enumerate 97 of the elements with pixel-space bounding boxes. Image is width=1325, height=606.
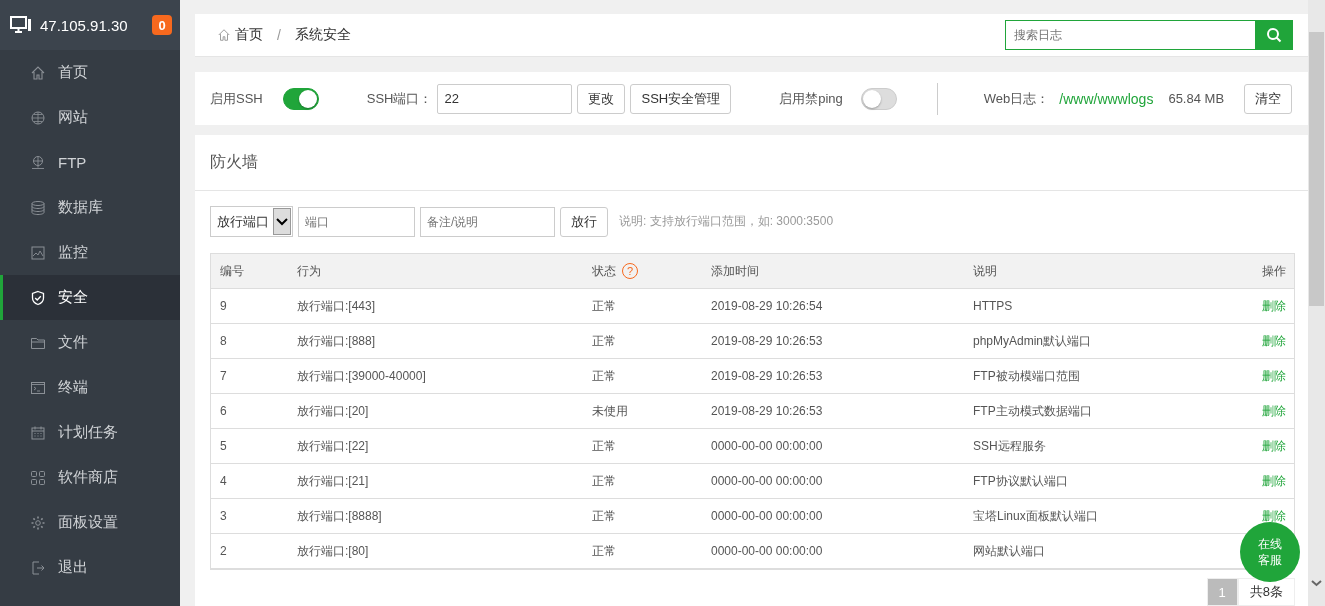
change-button[interactable]: 更改 [577,83,626,114]
caret-icon [276,217,288,226]
table-cell: 正常 [592,542,616,560]
table-cell: 2019-08-29 10:26:53 [711,334,823,348]
sidebar-item[interactable]: 计划任务 [0,410,180,455]
table-cell: 正常 [592,437,616,455]
table-cell: 放行端口:[888] [297,332,376,350]
table-cell: 放行端口:[443] [297,297,376,315]
scrollbar[interactable] [1308,0,1325,606]
database-icon [30,199,46,216]
table-cell: 放行端口:[22] [297,437,369,455]
table-cell: SSH远程服务 [973,437,1046,455]
note-input-field[interactable]: 备注/说明 [420,206,555,237]
table-cell: 0000-00-00 00:00:00 [711,439,823,453]
home-icon [30,64,46,81]
table-cell: phpMyAdmin默认端口 [973,332,1092,350]
table-cell: 7 [220,369,227,383]
shield-check-icon [30,289,46,306]
sidebar-item[interactable]: 文件 [0,320,180,365]
grid-icon [30,469,46,486]
table-cell: 放行端口:[20] [297,402,369,420]
table-cell: 放行端口:[21] [297,472,369,490]
table-cell: 正常 [592,297,616,315]
table-cell: 放行端口:[80] [297,542,369,560]
sidebar-item[interactable]: FTP [0,140,180,185]
table-cell: 6 [220,404,227,418]
section-title: 防火墙 [210,152,258,172]
chart-icon [30,244,46,261]
table-cell: HTTPS [973,299,1013,313]
table-cell: 2019-08-29 10:26:53 [711,404,823,418]
terminal-icon [30,379,46,396]
table-cell: 未使用 [592,402,628,420]
setting-label: 启用禁ping [779,89,843,108]
table-cell: 2 [220,544,227,558]
setting-label: 启用SSH [210,89,263,108]
table-cell: 0000-00-00 00:00:00 [711,509,823,523]
table-cell: 正常 [592,332,616,350]
breadcrumb-item[interactable]: 首页 [235,26,263,45]
table-cell: 宝塔Linux面板默认端口 [973,507,1098,525]
table-cell: 4 [220,474,227,488]
logout-icon [30,559,46,576]
ssh-toggle[interactable] [282,87,319,110]
sidebar-item[interactable]: 监控 [0,230,180,275]
column-header: 编号 [220,262,244,280]
port-input-field[interactable]: 端口 [298,206,415,237]
allow-button[interactable]: 放行 [560,206,608,237]
table-cell: 3 [220,509,227,523]
table-cell: FTP协议默认端口 [973,472,1068,490]
search-icon [1266,27,1282,44]
column-header: 行为 [297,262,321,280]
setting-label: Web日志： [983,89,1050,108]
table-cell: FTP被动模端口范围 [973,367,1080,385]
calendar-icon [30,424,46,441]
column-header: 状态 [592,262,616,280]
table-cell: 放行端口:[39000-40000] [297,367,426,385]
sidebar-item[interactable]: 网站 [0,95,180,140]
table-cell: 8 [220,334,227,348]
table-cell: FTP主动模式数据端口 [973,402,1092,420]
network-globe-icon [30,154,46,171]
sidebar-item[interactable]: 面板设置 [0,500,180,545]
table-cell: 0000-00-00 00:00:00 [711,474,823,488]
sidebar-item[interactable]: 终端 [0,365,180,410]
search-field[interactable]: 搜索日志 [1005,20,1255,51]
sidebar-item[interactable]: 安全 [0,275,180,320]
table-cell: 正常 [592,367,616,385]
server-ip: 47.105.91.30 [40,16,129,34]
breadcrumb-item: 系统安全 [294,26,351,45]
hint-text: 说明: 支持放行端口范围，如: 3000:3500 [619,213,834,230]
table-cell: 正常 [592,472,616,490]
sidebar-item[interactable]: 首页 [0,50,180,95]
sidebar-item[interactable]: 退出 [0,545,180,590]
log-size: 65.84 MB [1168,91,1225,107]
table-cell: 5 [220,439,227,453]
table-cell: 网站默认端口 [973,542,1045,560]
breadcrumb-separator: / [277,27,281,44]
table-cell: 2019-08-29 10:26:53 [711,369,823,383]
column-header: 操作 [1262,262,1286,280]
settings-icon [30,514,46,531]
search-button[interactable] [1255,20,1293,51]
clear-button[interactable]: 清空 [1244,83,1293,114]
port-field[interactable]: 22 [437,83,573,114]
ssh-manage-button[interactable]: SSH安全管理 [630,83,732,114]
computer-icon [10,16,32,34]
column-header: 说明 [973,262,997,280]
column-header: 添加时间 [711,262,759,280]
home-icon [217,28,231,43]
table-cell: 2019-08-29 10:26:54 [711,299,823,313]
ping-toggle[interactable] [860,87,897,110]
setting-label: SSH端口： [366,89,433,108]
table-cell: 0000-00-00 00:00:00 [711,544,823,558]
sidebar-item[interactable]: 软件商店 [0,455,180,500]
sidebar-item[interactable]: 数据库 [0,185,180,230]
table-cell: 9 [220,299,227,313]
table-cell: 正常 [592,507,616,525]
rule-type-select[interactable]: 放行端口 [210,206,293,237]
globe-icon [30,109,46,126]
table-cell: 放行端口:[8888] [297,507,382,525]
